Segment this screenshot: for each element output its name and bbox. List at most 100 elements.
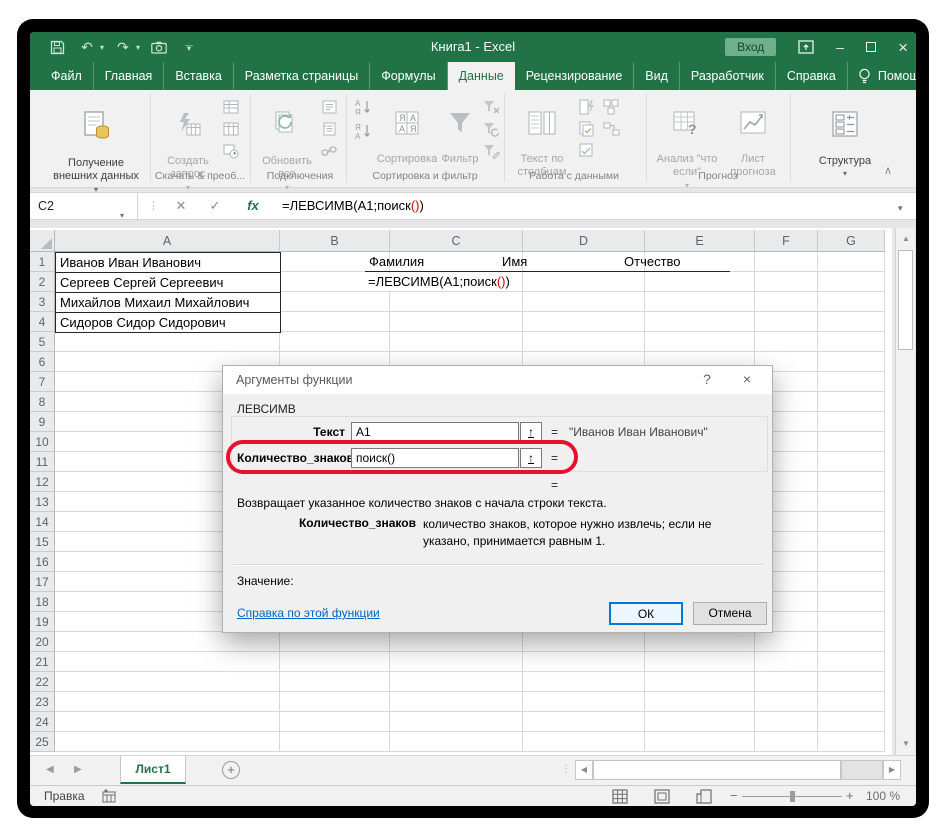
row-header-10[interactable]: 10 [30, 432, 55, 452]
row-header-6[interactable]: 6 [30, 352, 55, 372]
show-queries-icon[interactable] [222, 98, 240, 116]
page-break-view-icon[interactable] [696, 789, 712, 804]
tab-Главная[interactable]: Главная [94, 62, 165, 90]
minimize-button[interactable]: – [836, 40, 844, 54]
connection-properties-icon[interactable] [320, 98, 338, 116]
cell-A2[interactable]: Сергеев Сергей Сергеевич [55, 272, 281, 293]
page-layout-view-icon[interactable] [654, 789, 670, 804]
sheet-tab[interactable]: Лист1 [120, 756, 186, 784]
column-header-F[interactable]: F [755, 230, 818, 252]
name-box-dropdown-icon[interactable]: ▾ [120, 203, 124, 229]
zoom-slider-thumb[interactable] [790, 791, 795, 802]
sort-ascending-icon[interactable]: АЯ [354, 98, 372, 116]
reapply-filter-icon[interactable] [482, 120, 500, 138]
row-header-1[interactable]: 1 [30, 252, 55, 272]
tab-Файл[interactable]: Файл [40, 62, 94, 90]
row-header-9[interactable]: 9 [30, 412, 55, 432]
ok-button[interactable]: ОК [609, 602, 683, 625]
tab-Справка[interactable]: Справка [776, 62, 848, 90]
column-header-G[interactable]: G [818, 230, 885, 252]
collapse-ribbon-icon[interactable]: ∧ [884, 164, 892, 177]
ribbon-display-options-icon[interactable] [798, 40, 814, 54]
text-to-columns-button[interactable]: Текст по столбцам [512, 96, 572, 180]
row-header-5[interactable]: 5 [30, 332, 55, 352]
function-help-link[interactable]: Справка по этой функции [237, 606, 380, 620]
horizontal-scroll-track[interactable] [841, 760, 883, 780]
properties-icon[interactable] [320, 120, 338, 138]
edit-links-icon[interactable] [320, 142, 338, 160]
cell-A3[interactable]: Михайлов Михаил Михайлович [55, 292, 281, 313]
row-header-13[interactable]: 13 [30, 492, 55, 512]
column-header-C[interactable]: C [390, 230, 523, 252]
collapse-dialog-icon[interactable]: ↑ [520, 422, 542, 442]
row-header-22[interactable]: 22 [30, 672, 55, 692]
row-header-3[interactable]: 3 [30, 292, 55, 312]
normal-view-icon[interactable] [612, 789, 628, 804]
vertical-scrollbar[interactable]: ▲ ▼ [895, 228, 915, 755]
horizontal-scroll-thumb[interactable] [593, 760, 841, 780]
row-header-21[interactable]: 21 [30, 652, 55, 672]
cancel-entry-icon[interactable]: ✕ [170, 198, 192, 216]
column-header-D[interactable]: D [523, 230, 645, 252]
clear-filter-icon[interactable] [482, 98, 500, 116]
zoom-level[interactable]: 100 % [866, 789, 900, 803]
advanced-filter-icon[interactable] [482, 142, 500, 160]
enter-entry-icon[interactable]: ✓ [204, 198, 226, 216]
sort-button[interactable]: ЯААЯ Сортировка [377, 96, 437, 166]
close-button[interactable]: × [898, 39, 908, 56]
sort-descending-icon[interactable]: ЯА [354, 122, 372, 140]
dialog-title-bar[interactable]: Аргументы функции ? × [223, 366, 772, 394]
cell-C1[interactable]: Фамилия [365, 252, 498, 272]
from-table-icon[interactable] [222, 120, 240, 138]
forecast-sheet-button[interactable]: Лист прогноза [724, 96, 782, 180]
row-header-7[interactable]: 7 [30, 372, 55, 392]
dialog-help-icon[interactable]: ? [691, 371, 723, 389]
column-header-B[interactable]: B [280, 230, 390, 252]
text-arg-input[interactable]: A1 [351, 422, 519, 442]
cell-A1[interactable]: Иванов Иван Иванович [55, 252, 281, 273]
tab-Разработчик[interactable]: Разработчик [680, 62, 776, 90]
row-header-11[interactable]: 11 [30, 452, 55, 472]
remove-duplicates-icon[interactable] [578, 120, 596, 138]
row-header-8[interactable]: 8 [30, 392, 55, 412]
tab-Вставка[interactable]: Вставка [164, 62, 234, 90]
zoom-out-icon[interactable]: − [730, 788, 738, 803]
tab-Вид[interactable]: Вид [634, 62, 680, 90]
row-header-18[interactable]: 18 [30, 592, 55, 612]
hscroll-left-icon[interactable]: ◀ [575, 760, 593, 780]
expand-formula-bar-icon[interactable]: ▾ [898, 203, 903, 214]
get-external-data-button[interactable]: Получение внешних данных ▾ [46, 96, 146, 195]
outline-button[interactable]: Структура ▾ [812, 96, 878, 179]
formula-text[interactable]: =ЛЕВСИМВ(A1;поиск()) [282, 198, 424, 213]
column-header-A[interactable]: A [55, 230, 280, 252]
row-header-20[interactable]: 20 [30, 632, 55, 652]
formula-bar-handle[interactable]: ⋮ [148, 199, 159, 212]
data-validation-icon[interactable] [578, 142, 596, 160]
row-header-15[interactable]: 15 [30, 532, 55, 552]
insert-function-icon[interactable]: fx [242, 198, 264, 216]
row-header-2[interactable]: 2 [30, 272, 55, 292]
column-header-E[interactable]: E [645, 230, 755, 252]
scroll-down-icon[interactable]: ▼ [898, 736, 914, 752]
row-header-25[interactable]: 25 [30, 732, 55, 752]
sign-in-button[interactable]: Вход [725, 38, 777, 56]
tab-splitter-handle[interactable]: ⋮ [561, 764, 571, 775]
name-box[interactable]: C2 ▾ [30, 193, 138, 221]
cell-D1[interactable]: Имя [498, 252, 620, 272]
row-header-12[interactable]: 12 [30, 472, 55, 492]
scroll-up-icon[interactable]: ▲ [898, 231, 914, 247]
hscroll-right-icon[interactable]: ▶ [883, 760, 901, 780]
recent-sources-icon[interactable] [222, 142, 240, 160]
cancel-button[interactable]: Отмена [693, 602, 767, 625]
tab-Формулы[interactable]: Формулы [370, 62, 448, 90]
cell-E1[interactable]: Отчество [620, 252, 730, 272]
tab-Разметка страницы[interactable]: Разметка страницы [234, 62, 371, 90]
tab-Данные[interactable]: Данные [447, 62, 515, 90]
maximize-button[interactable] [866, 40, 877, 54]
row-header-24[interactable]: 24 [30, 712, 55, 732]
relationships-icon[interactable] [602, 120, 620, 138]
sheet-nav-left-icon[interactable]: ◀ [46, 764, 54, 775]
assistant-label[interactable]: Помощн [878, 69, 916, 83]
vertical-scroll-thumb[interactable] [898, 250, 913, 350]
flash-fill-icon[interactable] [578, 98, 596, 116]
